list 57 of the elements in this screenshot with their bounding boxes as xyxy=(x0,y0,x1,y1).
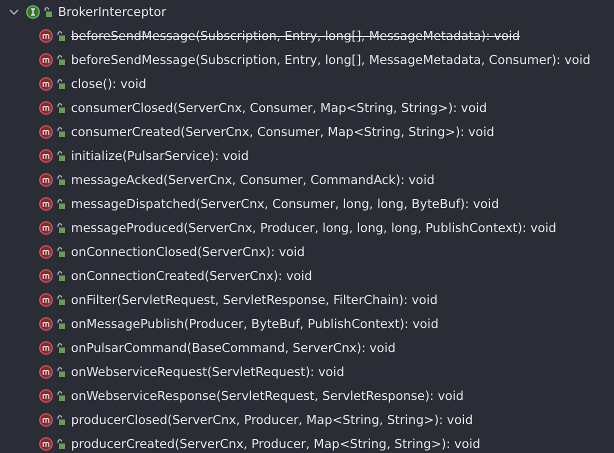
lock-icon xyxy=(57,223,65,233)
lock-icon xyxy=(57,343,65,353)
method-icon xyxy=(39,437,53,451)
method-signature[interactable]: initialize(PulsarService): void xyxy=(71,149,249,163)
lock-icon xyxy=(57,103,65,113)
method-signature[interactable]: onConnectionCreated(ServerCnx): void xyxy=(71,269,312,283)
method-signature[interactable]: onConnectionClosed(ServerCnx): void xyxy=(71,245,305,259)
method-icon xyxy=(39,341,53,355)
method-signature[interactable]: messageDispatched(ServerCnx, Consumer, long, long, ByteBuf): void xyxy=(71,197,500,211)
method-icon xyxy=(39,317,53,331)
lock-icon xyxy=(57,151,65,161)
method-icon xyxy=(39,197,53,211)
lock-icon xyxy=(57,271,65,281)
method-icon xyxy=(39,149,53,163)
lock-icon xyxy=(57,175,65,185)
method-icon xyxy=(39,173,53,187)
lock-icon xyxy=(57,439,65,449)
method-icon xyxy=(39,293,53,307)
method-icon xyxy=(39,389,53,403)
lock-icon xyxy=(57,199,65,209)
method-signature[interactable]: beforeSendMessage(Subscription, Entry, long[], MessageMetadata, Consumer): void xyxy=(71,53,590,67)
method-signature[interactable]: onMessagePublish(Producer, ByteBuf, PublishContext): void xyxy=(71,317,439,331)
lock-icon xyxy=(57,247,65,257)
method-signature[interactable]: beforeSendMessage(Subscription, Entry, long[], MessageMetadata): void xyxy=(71,29,520,43)
method-signature[interactable]: producerCreated(ServerCnx, Producer, Map<String, String>): void xyxy=(71,437,480,451)
method-signature[interactable]: consumerClosed(ServerCnx, Consumer, Map<String, String>): void xyxy=(71,101,487,115)
method-icon xyxy=(39,77,53,91)
method-signature[interactable]: consumerCreated(ServerCnx, Consumer, Map<String, String>): void xyxy=(71,125,494,139)
method-icon xyxy=(39,245,53,259)
method-icon xyxy=(39,269,53,283)
method-icon xyxy=(39,125,53,139)
lock-icon xyxy=(57,31,65,41)
method-signature[interactable]: onFilter(ServletRequest, ServletResponse, FilterChain): void xyxy=(71,293,438,307)
lock-icon xyxy=(57,79,65,89)
method-signature[interactable]: close(): void xyxy=(71,77,146,91)
lock-icon xyxy=(57,127,65,137)
interface-icon xyxy=(26,5,40,19)
class-name[interactable]: BrokerInterceptor xyxy=(58,5,166,19)
lock-icon xyxy=(57,319,65,329)
lock-icon xyxy=(57,415,65,425)
lock-icon xyxy=(57,367,65,377)
lock-icon xyxy=(57,391,65,401)
lock-icon xyxy=(44,7,52,17)
method-icon xyxy=(39,29,53,43)
method-signature[interactable]: onWebserviceResponse(ServletRequest, ServletResponse): void xyxy=(71,389,464,403)
method-icon xyxy=(39,53,53,67)
method-icon xyxy=(39,221,53,235)
method-icon xyxy=(39,365,53,379)
method-signature[interactable]: producerClosed(ServerCnx, Producer, Map<String, String>): void xyxy=(71,413,473,427)
method-signature[interactable]: onWebserviceRequest(ServletRequest): void xyxy=(71,365,344,379)
lock-icon xyxy=(57,55,65,65)
lock-icon xyxy=(57,295,65,305)
method-signature[interactable]: onPulsarCommand(BaseCommand, ServerCnx): void xyxy=(71,341,396,355)
method-signature[interactable]: messageProduced(ServerCnx, Producer, long, long, long, PublishContext): void xyxy=(71,221,556,235)
method-icon xyxy=(39,413,53,427)
method-signature[interactable]: messageAcked(ServerCnx, Consumer, CommandAck): void xyxy=(71,173,435,187)
method-icon xyxy=(39,101,53,115)
